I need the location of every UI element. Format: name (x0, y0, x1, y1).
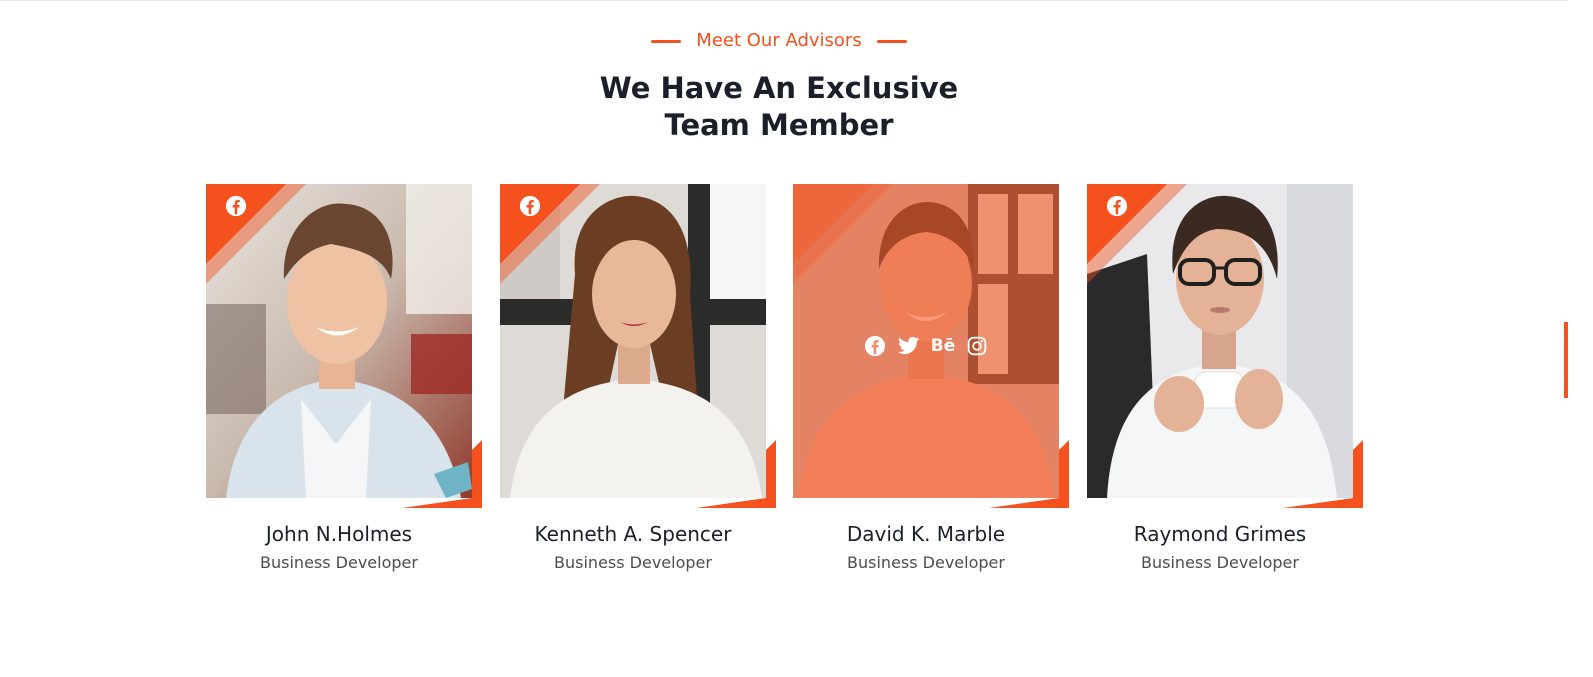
corner-accent (1087, 184, 1187, 284)
team-photo[interactable] (500, 184, 766, 498)
subtitle-dash-right (876, 39, 907, 43)
member-name: Raymond Grimes (1133, 522, 1307, 546)
team-card-raymond[interactable]: Raymond Grimes Business Developer (1087, 184, 1363, 584)
team-section: Meet Our Advisors We Have An Exclusive T… (0, 0, 1593, 677)
member-name: David K. Marble (846, 522, 1006, 546)
facebook-icon[interactable] (519, 195, 541, 217)
behance-icon[interactable]: Bē (931, 334, 956, 358)
member-role: Business Developer (847, 553, 1005, 572)
twitter-icon[interactable] (897, 334, 921, 358)
team-card-david[interactable]: Bē David K. Marble Business Developer (793, 184, 1069, 584)
facebook-icon[interactable] (225, 195, 247, 217)
team-photo[interactable] (206, 184, 472, 498)
corner-accent (500, 184, 600, 284)
member-role: Business Developer (260, 553, 418, 572)
facebook-icon[interactable] (863, 334, 887, 358)
member-role: Business Developer (554, 553, 712, 572)
member-name: John N.Holmes (265, 522, 413, 546)
photo-frame (1087, 184, 1363, 508)
section-subtitle-row: Meet Our Advisors (0, 29, 1558, 53)
instagram-icon[interactable] (965, 334, 989, 358)
corner-accent (793, 184, 893, 284)
corner-accent (206, 184, 306, 284)
social-links: Bē (793, 334, 1059, 358)
member-name: Kenneth A. Spencer (534, 522, 732, 546)
team-card-john[interactable]: John N.Holmes Business Developer (206, 184, 482, 584)
heading-line-2: Team Member (664, 108, 894, 142)
section-subtitle: Meet Our Advisors (696, 30, 862, 51)
heading-line-1: We Have An Exclusive (599, 71, 959, 105)
team-card-kenneth[interactable]: Kenneth A. Spencer Business Developer (500, 184, 776, 584)
photo-frame (500, 184, 776, 508)
top-divider (0, 0, 1568, 1)
scroll-indicator[interactable] (1564, 322, 1568, 398)
team-photo[interactable]: Bē (793, 184, 1059, 498)
team-photo[interactable] (1087, 184, 1353, 498)
photo-frame (206, 184, 482, 508)
photo-frame: Bē (793, 184, 1069, 508)
section-heading: We Have An Exclusive Team Member (0, 70, 1558, 144)
member-role: Business Developer (1141, 553, 1299, 572)
facebook-icon[interactable] (1106, 195, 1128, 217)
subtitle-dash-left (651, 39, 682, 43)
